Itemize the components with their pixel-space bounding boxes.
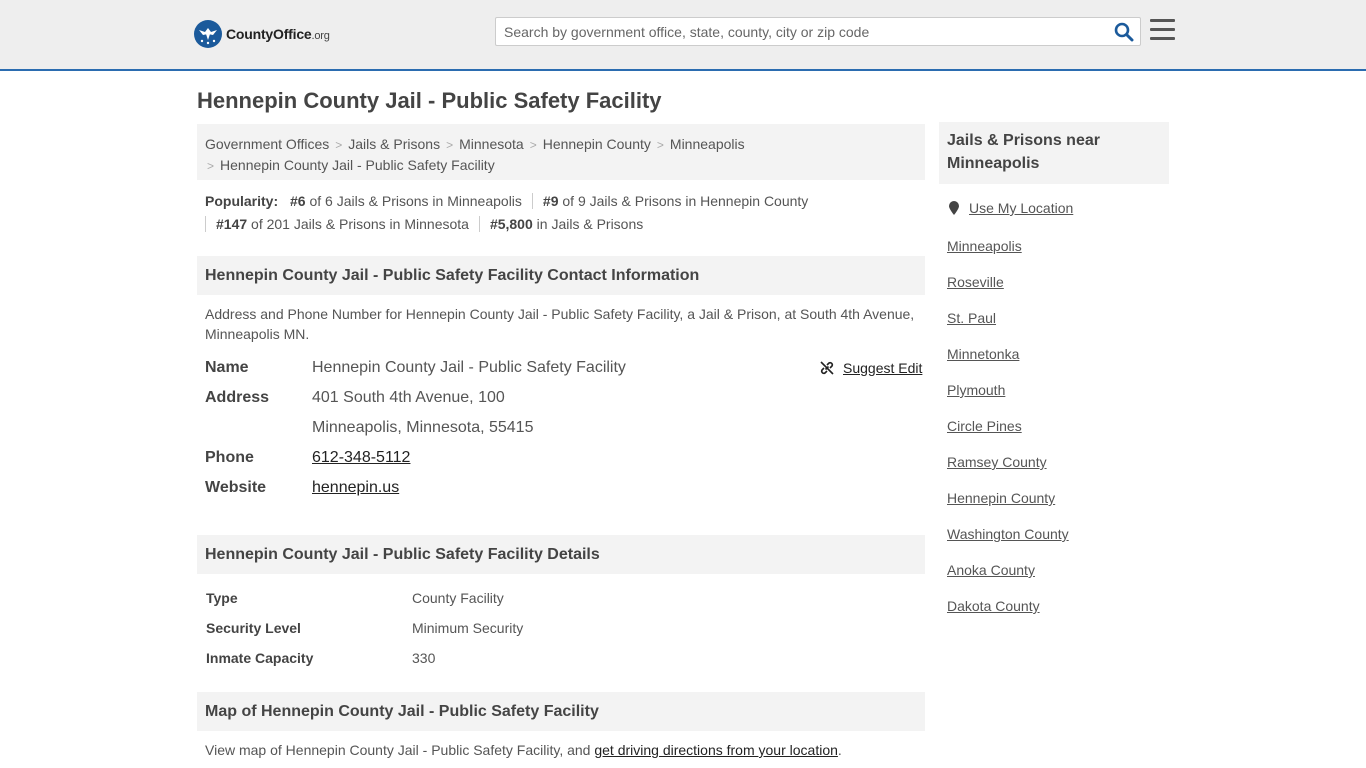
sidebar-link[interactable]: Ramsey County — [947, 454, 1047, 470]
address-line2: Minneapolis, Minnesota, 55415 — [312, 419, 534, 436]
phone-label: Phone — [205, 449, 254, 466]
address-label: Address — [205, 389, 270, 406]
sidebar-link[interactable]: Minneapolis — [947, 238, 1022, 254]
breadcrumb-item[interactable]: Government Offices — [205, 136, 329, 152]
detail-value: Minimum Security — [412, 620, 524, 636]
sidebar-item: Hennepin County — [947, 488, 1069, 524]
popularity-rank: #6 — [290, 193, 306, 209]
use-location-link[interactable]: Use My Location — [969, 200, 1073, 216]
sidebar-link[interactable]: Circle Pines — [947, 418, 1022, 434]
detail-label: Security Level — [206, 620, 301, 636]
sidebar-link[interactable]: Plymouth — [947, 382, 1005, 398]
map-pin-icon — [949, 201, 959, 215]
breadcrumb-item[interactable]: Hennepin County — [543, 136, 651, 152]
popularity-item: #9 of 9 Jails & Prisons in Hennepin Coun… — [543, 190, 808, 213]
hamburger-menu-icon[interactable] — [1150, 19, 1175, 42]
sidebar-link[interactable]: Hennepin County — [947, 490, 1055, 506]
breadcrumb-item[interactable]: Jails & Prisons — [348, 136, 440, 152]
broken-link-icon — [820, 361, 834, 375]
popularity-label: Popularity: — [205, 193, 279, 209]
breadcrumb-separator: > — [446, 138, 454, 152]
sidebar-item: Circle Pines — [947, 416, 1069, 452]
sidebar-link[interactable]: Anoka County — [947, 562, 1035, 578]
detail-value: County Facility — [412, 590, 504, 606]
logo-tld: .org — [311, 30, 330, 42]
eagle-seal-icon — [194, 20, 222, 48]
sidebar-item: Minneapolis — [947, 236, 1069, 272]
sidebar-item: Dakota County — [947, 596, 1069, 632]
divider — [205, 216, 206, 232]
sidebar-item: Minnetonka — [947, 344, 1069, 380]
sidebar-item: Anoka County — [947, 560, 1069, 596]
map-heading: Map of Hennepin County Jail - Public Saf… — [197, 692, 925, 731]
popularity: Popularity: #6 of 6 Jails & Prisons in M… — [205, 190, 921, 236]
name-value: Hennepin County Jail - Public Safety Fac… — [312, 359, 626, 376]
breadcrumb-separator: > — [529, 138, 537, 152]
logo-main: CountyOffice — [226, 26, 312, 42]
search-icon[interactable] — [1114, 22, 1134, 42]
popularity-rank: #5,800 — [489, 216, 533, 232]
sidebar-link[interactable]: Minnetonka — [947, 346, 1019, 362]
details-heading: Hennepin County Jail - Public Safety Fac… — [197, 535, 925, 574]
name-label: Name — [205, 359, 249, 376]
detail-value: 330 — [412, 650, 436, 666]
sidebar-link[interactable]: St. Paul — [947, 310, 996, 326]
sidebar-links: Minneapolis Roseville St. Paul Minnetonk… — [947, 236, 1069, 632]
search-box — [495, 17, 1141, 46]
breadcrumb-item[interactable]: Minnesota — [459, 136, 524, 152]
map-desc-prefix: View map of Hennepin County Jail - Publi… — [205, 742, 595, 758]
suggest-edit-link[interactable]: Suggest Edit — [843, 360, 922, 376]
suggest-edit[interactable]: Suggest Edit — [819, 360, 922, 376]
website-link[interactable]: hennepin.us — [312, 479, 399, 496]
site-logo[interactable]: CountyOffice.org — [194, 20, 330, 48]
breadcrumb-separator: > — [656, 138, 664, 152]
sidebar-item: St. Paul — [947, 308, 1069, 344]
map-desc-suffix: . — [837, 742, 842, 758]
popularity-rank: #147 — [216, 216, 248, 232]
divider — [478, 216, 480, 232]
website-label: Website — [205, 479, 267, 496]
driving-directions-link[interactable]: get driving directions from your locatio… — [594, 742, 838, 758]
address-line1: 401 South 4th Avenue, 100 — [312, 389, 505, 406]
sidebar-item: Washington County — [947, 524, 1069, 560]
sidebar-heading: Jails & Prisons near Minneapolis — [939, 122, 1169, 184]
popularity-text: in Jails & Prisons — [536, 216, 644, 232]
detail-label: Inmate Capacity — [206, 650, 314, 666]
popularity-item: #5,800 in Jails & Prisons — [490, 213, 643, 236]
popularity-rank: #9 — [542, 193, 559, 209]
popularity-item: #6 of 6 Jails & Prisons in Minneapolis — [290, 190, 522, 213]
popularity-item: #147 of 201 Jails & Prisons in Minnesota — [216, 213, 469, 236]
breadcrumb-item[interactable]: Minneapolis — [670, 136, 745, 152]
sidebar-item: Ramsey County — [947, 452, 1069, 488]
site-header: CountyOffice.org — [0, 0, 1366, 71]
logo-text: CountyOffice.org — [226, 26, 330, 42]
breadcrumb: Government Offices > Jails & Prisons > Minne… — [197, 124, 925, 180]
sidebar-item: Plymouth — [947, 380, 1069, 416]
contact-heading: Hennepin County Jail - Public Safety Fac… — [197, 256, 925, 295]
sidebar-link[interactable]: Roseville — [947, 274, 1004, 290]
sidebar-link[interactable]: Washington County — [947, 526, 1069, 542]
popularity-text: of 201 Jails & Prisons in Minnesota — [251, 216, 469, 232]
divider — [531, 193, 533, 209]
popularity-text: of 6 Jails & Prisons in Minneapolis — [309, 193, 522, 209]
search-input[interactable] — [496, 18, 1106, 45]
breadcrumb-separator: > — [335, 138, 343, 152]
detail-label: Type — [206, 590, 238, 606]
page-title: Hennepin County Jail - Public Safety Fac… — [197, 88, 662, 113]
sidebar-item: Roseville — [947, 272, 1069, 308]
phone-link[interactable]: 612-348-5112 — [312, 449, 410, 466]
breadcrumb-separator: > — [207, 159, 215, 173]
use-location[interactable]: Use My Location — [947, 200, 1073, 216]
contact-description: Address and Phone Number for Hennepin Co… — [205, 306, 915, 342]
sidebar-link[interactable]: Dakota County — [947, 598, 1040, 614]
map-description: View map of Hennepin County Jail - Publi… — [205, 740, 842, 760]
popularity-text: of 9 Jails & Prisons in Hennepin County — [562, 193, 809, 209]
breadcrumb-current: Hennepin County Jail - Public Safety Fac… — [220, 157, 495, 173]
